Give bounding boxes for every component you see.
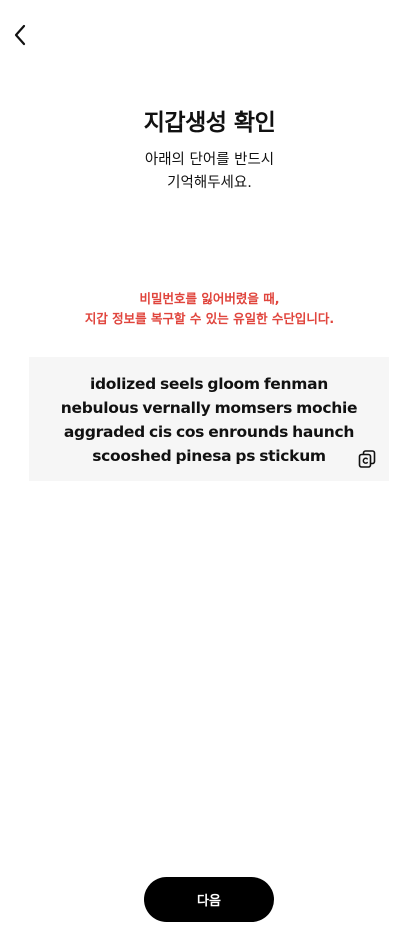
copy-icon: [358, 450, 376, 468]
instruction-line-2: 기억해두세요.: [167, 175, 252, 191]
warning-text: 비밀번호를 잃어버렸을 때, 지갑 정보를 복구할 수 있는 유일한 수단입니다…: [0, 289, 419, 329]
mnemonic-words: idolized seels gloom fenman nebulous ver…: [60, 375, 358, 465]
instruction-line-1: 아래의 단어를 반드시: [144, 152, 275, 168]
page-title: 지갑생성 확인: [143, 110, 276, 136]
next-button[interactable]: 다음: [144, 877, 274, 922]
mnemonic-box: idolized seels gloom fenman nebulous ver…: [29, 357, 389, 481]
instruction-text: 아래의 단어를 반드시 기억해두세요.: [0, 149, 419, 195]
back-button[interactable]: [8, 22, 32, 48]
copy-button[interactable]: [357, 449, 377, 469]
warning-line-1: 비밀번호를 잃어버렸을 때,: [139, 291, 280, 306]
warning-line-2: 지갑 정보를 복구할 수 있는 유일한 수단입니다.: [84, 311, 335, 326]
chevron-left-icon: [14, 24, 26, 46]
